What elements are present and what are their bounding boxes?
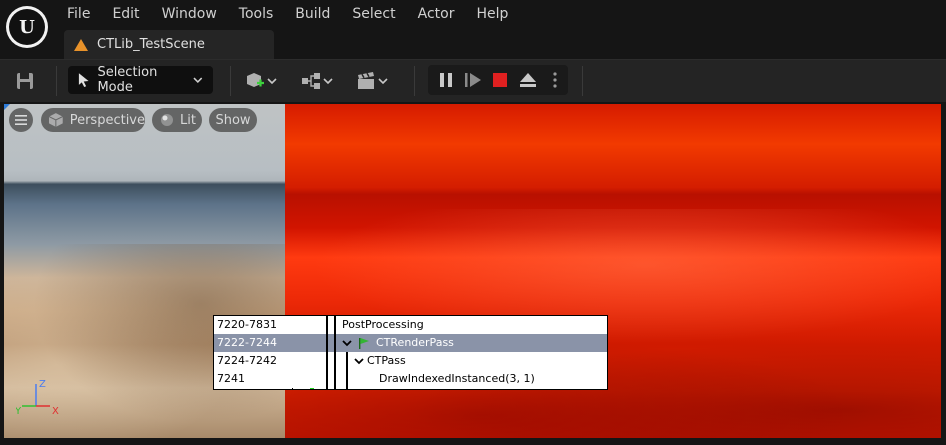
add-cube-icon	[247, 73, 264, 87]
menu-bar: File Edit Window Tools Build Select Acto…	[56, 0, 519, 28]
more-options-icon[interactable]	[552, 71, 558, 89]
perspective-button[interactable]: Perspective	[41, 108, 145, 132]
eject-icon[interactable]	[519, 72, 537, 88]
toolbar-divider	[414, 66, 415, 96]
save-icon[interactable]	[14, 70, 36, 92]
axis-y-label: Y	[16, 406, 22, 416]
tree-guide-line	[346, 352, 348, 389]
axis-gizmo-icon: Z Y X	[16, 379, 59, 416]
logo-letter: U	[9, 9, 45, 45]
add-actor-button[interactable]	[244, 68, 278, 94]
blueprints-button[interactable]	[300, 68, 334, 94]
pause-icon[interactable]	[438, 72, 454, 88]
cursor-arrow-icon	[78, 73, 89, 87]
menu-window[interactable]: Window	[151, 6, 228, 22]
show-button[interactable]: Show	[209, 108, 257, 132]
chevron-down-icon	[323, 78, 333, 85]
perspective-cube-icon	[48, 113, 63, 127]
tree-row-selected[interactable]: 7222-7244 CTRenderPass	[214, 334, 607, 353]
tree-row[interactable]: 7220-7831 PostProcessing	[214, 316, 607, 335]
skip-frame-icon[interactable]	[464, 72, 482, 88]
event-name: CTPass	[367, 354, 406, 367]
lit-button[interactable]: Lit	[152, 108, 202, 132]
axis-z-label: Z	[39, 379, 46, 390]
tree-guide-line	[334, 316, 336, 389]
toolbar-divider	[230, 66, 231, 96]
event-tree-overlay: 7220-7831 PostProcessing 7222-7244 CTRen…	[213, 315, 608, 390]
event-name: CTRenderPass	[376, 336, 454, 349]
selection-mode-dropdown[interactable]: Selection Mode	[68, 65, 213, 95]
chevron-down-icon[interactable]	[354, 356, 364, 366]
event-range: 7241	[217, 372, 245, 385]
menu-select[interactable]: Select	[341, 6, 406, 22]
menu-tools[interactable]: Tools	[228, 6, 285, 22]
event-range: 7224-7242	[217, 354, 277, 367]
menu-help[interactable]: Help	[465, 6, 519, 22]
tree-row[interactable]: 7224-7242 CTPass	[214, 352, 607, 371]
event-name: DrawIndexedInstanced(3, 1)	[379, 372, 535, 385]
chevron-down-icon	[378, 78, 388, 85]
axis-x-label: X	[52, 406, 59, 416]
main-toolbar: Selection Mode	[0, 59, 946, 102]
tree-row[interactable]: 7241 DrawIndexedInstanced(3, 1)	[214, 370, 607, 388]
tab-level[interactable]: CTLib_TestScene	[64, 30, 274, 59]
lit-label: Lit	[180, 112, 196, 128]
viewport-menu-button[interactable]	[9, 108, 33, 132]
clapperboard-icon	[358, 72, 374, 89]
blueprint-icon	[302, 73, 320, 89]
cinematics-button[interactable]	[355, 68, 389, 94]
play-controls	[428, 65, 568, 95]
event-name: PostProcessing	[342, 318, 424, 331]
level-icon	[74, 38, 88, 51]
menu-actor[interactable]: Actor	[407, 6, 466, 22]
flag-icon	[359, 338, 369, 349]
chevron-down-icon	[267, 78, 277, 85]
chevron-down-icon[interactable]	[342, 338, 352, 348]
selection-mode-label: Selection Mode	[97, 65, 158, 95]
perspective-label: Perspective	[69, 112, 145, 128]
menu-file[interactable]: File	[56, 6, 101, 22]
level-viewport[interactable]: Perspective Lit Show 7220-7831 PostProce…	[4, 104, 941, 438]
event-range: 7220-7831	[217, 318, 277, 331]
chevron-down-icon	[193, 77, 203, 84]
menu-edit[interactable]: Edit	[101, 6, 150, 22]
lit-sphere-icon	[161, 114, 173, 126]
event-range: 7222-7244	[217, 336, 277, 349]
tab-label: CTLib_TestScene	[97, 37, 205, 52]
hamburger-menu-icon	[15, 115, 27, 125]
menu-build[interactable]: Build	[284, 6, 341, 22]
show-label: Show	[215, 112, 251, 128]
toolbar-divider	[582, 66, 583, 96]
stop-icon[interactable]	[492, 72, 508, 88]
tree-guide-line	[326, 316, 328, 389]
viewport-corner-marker-icon	[4, 104, 10, 110]
toolbar-divider	[56, 66, 57, 96]
unreal-logo-icon[interactable]: U	[6, 6, 48, 48]
